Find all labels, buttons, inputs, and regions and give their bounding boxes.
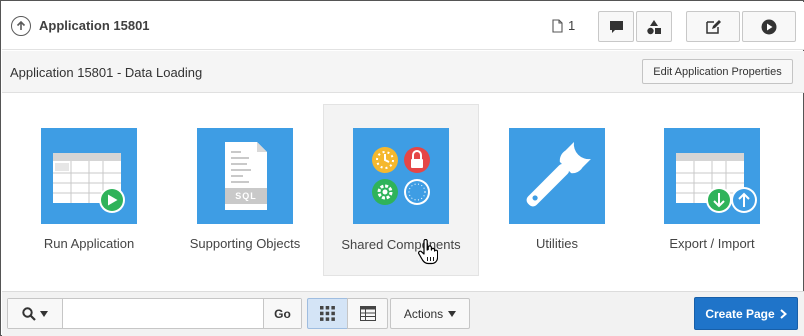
search-group: Go bbox=[7, 298, 302, 329]
comment-button[interactable] bbox=[598, 11, 634, 42]
wrench-icon bbox=[509, 128, 605, 224]
tile-label: Shared Components bbox=[341, 237, 461, 252]
edit-page-button[interactable] bbox=[686, 11, 740, 42]
page-title: Application 15801 - Data Loading bbox=[10, 65, 203, 80]
comment-icon bbox=[609, 20, 623, 33]
hand-cursor-icon bbox=[418, 239, 438, 265]
tile-label: Utilities bbox=[536, 236, 578, 251]
create-page-label: Create Page bbox=[705, 306, 775, 321]
shared-components-icon bbox=[353, 128, 449, 224]
tile-export-import[interactable]: Export / Import bbox=[634, 104, 790, 276]
page-indicator[interactable]: 1 bbox=[552, 18, 575, 33]
export-import-icon bbox=[664, 128, 760, 224]
grid-icon bbox=[320, 306, 335, 321]
bottom-toolbar: Go Actions Create Page bbox=[2, 291, 804, 336]
tile-label: Supporting Objects bbox=[189, 236, 301, 251]
tile-shared-components[interactable]: Shared Components bbox=[323, 104, 479, 276]
create-page-button[interactable]: Create Page bbox=[694, 297, 798, 330]
top-bar: Application 15801 1 bbox=[2, 2, 804, 50]
report-view-button[interactable] bbox=[347, 298, 388, 329]
actions-menu-button[interactable]: Actions bbox=[390, 298, 470, 329]
caret-down-icon bbox=[448, 310, 457, 317]
tile-label: Export / Import bbox=[669, 236, 755, 251]
tile-utilities[interactable]: Utilities bbox=[479, 104, 635, 276]
supporting-objects-icon: SQL bbox=[197, 128, 293, 224]
page-header: Application 15801 - Data Loading Edit Ap… bbox=[2, 51, 804, 93]
up-arrow-icon[interactable] bbox=[11, 16, 31, 36]
search-input[interactable] bbox=[63, 299, 263, 328]
chevron-right-icon bbox=[780, 308, 787, 319]
caret-down-icon bbox=[40, 310, 48, 317]
run-icon bbox=[761, 19, 777, 34]
app-window: Application 15801 1 Application 15801 - … bbox=[0, 0, 804, 336]
run-application-icon bbox=[41, 128, 137, 224]
tile-run-application[interactable]: Run Application bbox=[11, 104, 167, 276]
search-icon bbox=[22, 306, 36, 321]
go-button[interactable]: Go bbox=[263, 299, 301, 328]
search-scope-button[interactable] bbox=[8, 299, 63, 328]
tile-supporting-objects[interactable]: SQL Supporting Objects bbox=[167, 104, 323, 276]
application-title[interactable]: Application 15801 bbox=[39, 18, 150, 33]
component-grid: Run Application SQL Supporting Objects S… bbox=[2, 94, 804, 290]
tile-label: Run Application bbox=[43, 236, 135, 251]
shared-components-shortcut-button[interactable] bbox=[636, 11, 672, 42]
table-icon bbox=[359, 306, 376, 321]
edit-icon bbox=[705, 19, 721, 34]
shapes-icon bbox=[647, 19, 661, 34]
edit-application-properties-button[interactable]: Edit Application Properties bbox=[642, 59, 793, 84]
sql-badge-text: SQL bbox=[235, 191, 257, 201]
page-count: 1 bbox=[568, 18, 576, 33]
run-page-button[interactable] bbox=[742, 11, 796, 42]
actions-label: Actions bbox=[403, 306, 444, 321]
icons-view-button[interactable] bbox=[307, 298, 348, 329]
page-icon bbox=[552, 18, 563, 33]
